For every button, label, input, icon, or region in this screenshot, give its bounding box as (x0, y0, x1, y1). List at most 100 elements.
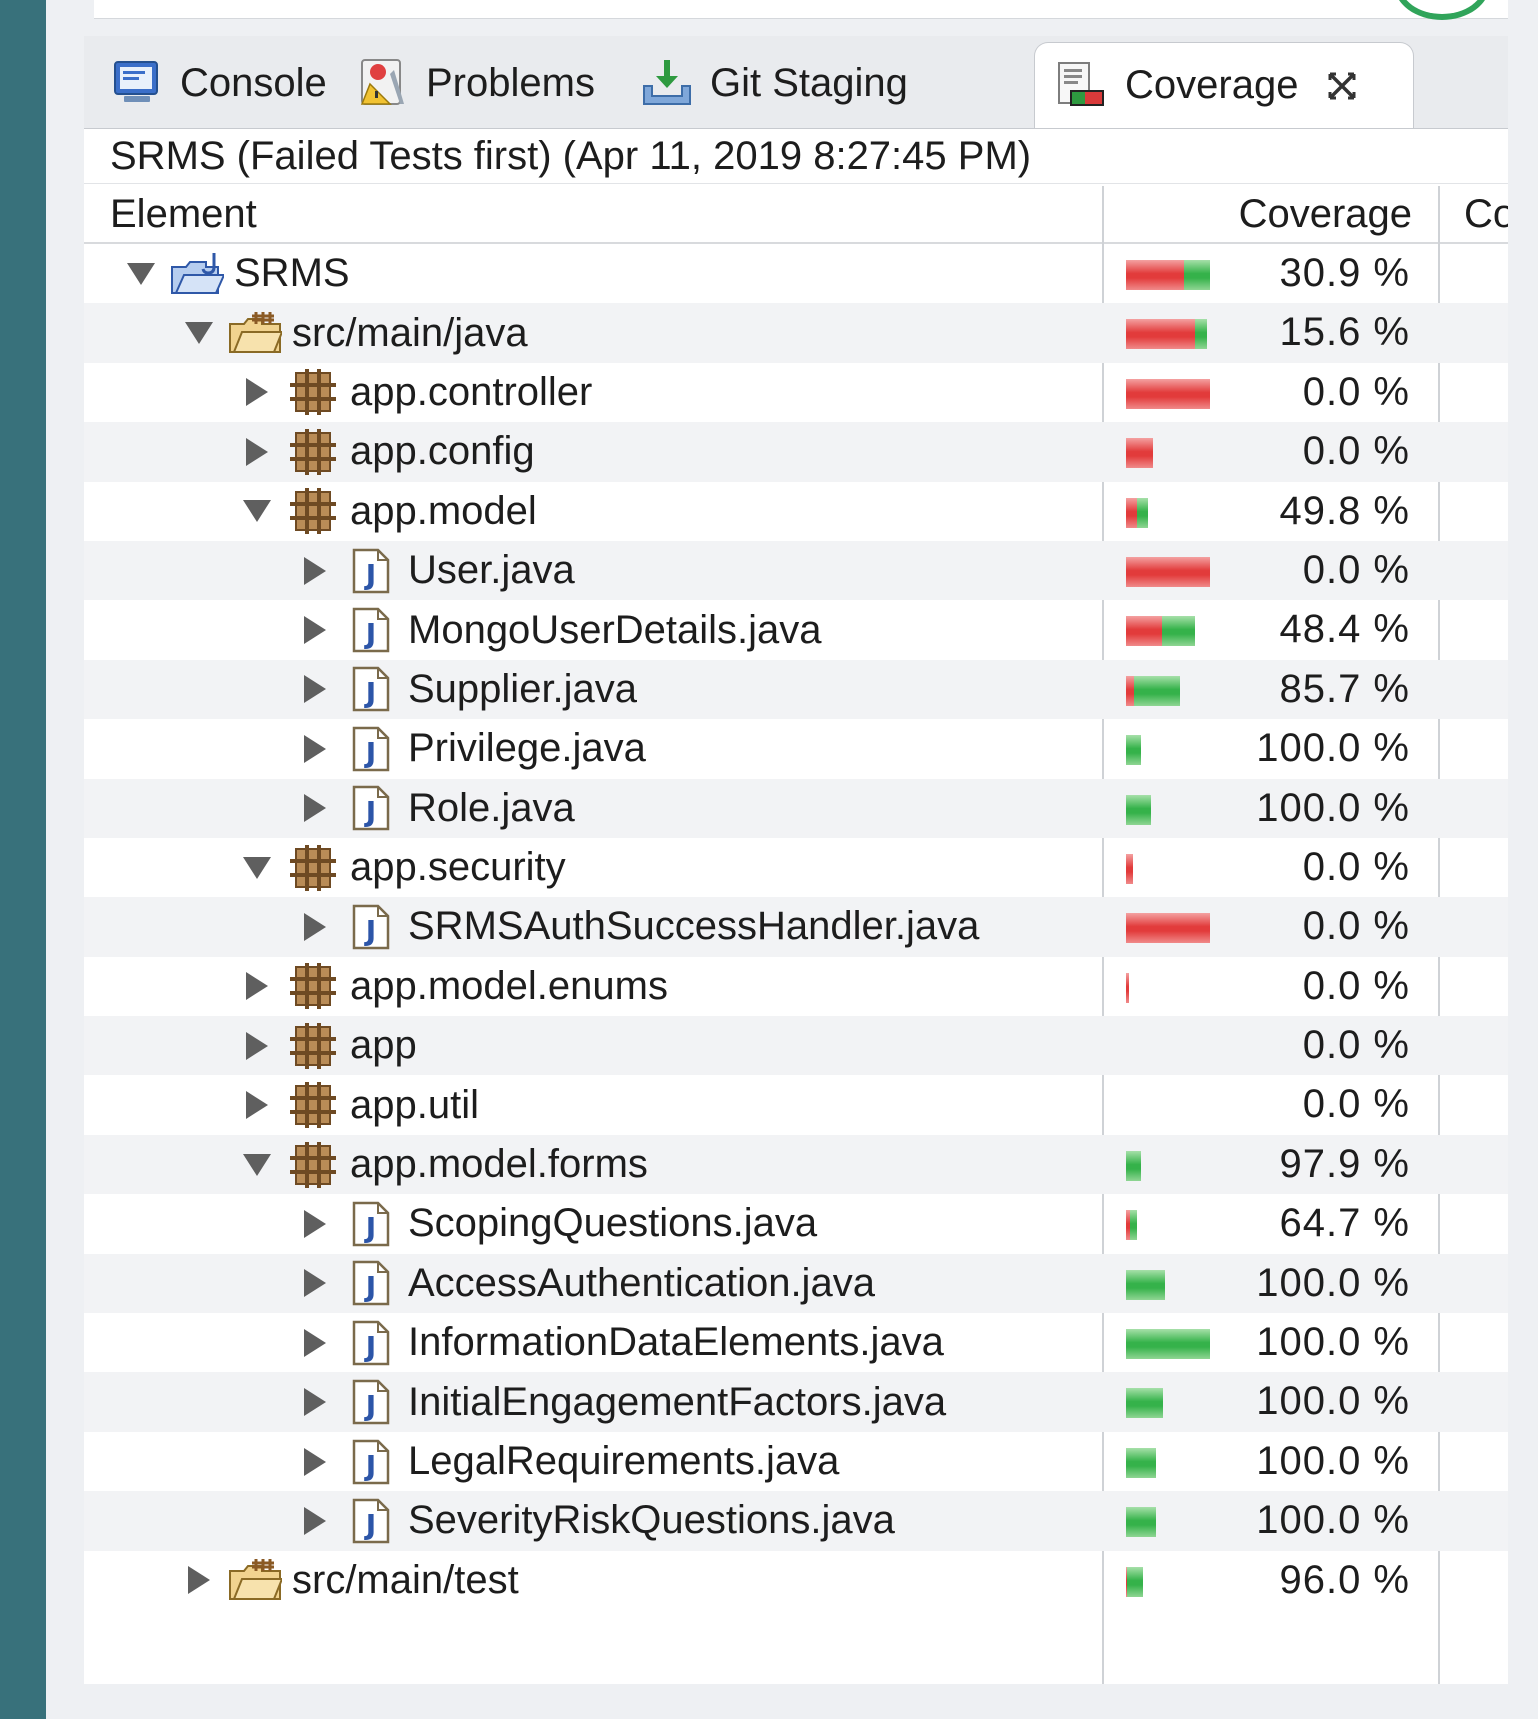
coverage-bar (1126, 1150, 1141, 1181)
tab-console[interactable]: Console (110, 56, 327, 110)
tree-node-label: LegalRequirements.java (408, 1439, 840, 1483)
tab-console-label: Console (180, 60, 327, 105)
missed-segment (1126, 438, 1154, 469)
expand-arrow-icon[interactable] (240, 1029, 274, 1063)
expand-arrow-icon[interactable] (298, 1326, 332, 1360)
tree-node[interactable]: J InformationDataElements.java (298, 1313, 944, 1372)
missed-segment (1126, 972, 1129, 1003)
coverage-bar (1126, 675, 1181, 706)
svg-text:J: J (364, 1330, 376, 1363)
expand-arrow-icon[interactable] (240, 1088, 274, 1122)
tree-row[interactable]: J SeverityRiskQuestions.java 100.0 % (84, 1491, 1508, 1551)
tree-node-label: app (350, 1023, 417, 1068)
tree-row[interactable]: J ScopingQuestions.java 64.7 % (84, 1194, 1508, 1253)
coverage-percent: 0.0 % (1302, 547, 1410, 592)
package-icon (290, 488, 336, 535)
tree-node[interactable]: J ScopingQuestions.java (298, 1194, 817, 1253)
expand-arrow-icon[interactable] (298, 910, 332, 944)
tree-row[interactable]: SRMS 30.9 % (84, 244, 1508, 303)
tree-node[interactable]: J Supplier.java (298, 660, 637, 719)
tree-row[interactable]: app.model 49.8 % (84, 482, 1508, 541)
coverage-percent: 49.8 % (1279, 488, 1410, 533)
tree-row[interactable]: app.model.enums 0.0 % (84, 957, 1508, 1016)
collapse-arrow-icon[interactable] (240, 851, 274, 885)
close-icon[interactable] (1322, 66, 1362, 106)
coverage-bar (1126, 794, 1151, 825)
tree-node[interactable]: J Role.java (298, 779, 575, 838)
package-icon (290, 1141, 336, 1188)
expand-arrow-icon[interactable] (298, 672, 332, 706)
tree-row[interactable]: app.config 0.0 % (84, 422, 1508, 482)
expand-arrow-icon[interactable] (298, 554, 332, 588)
expand-arrow-icon[interactable] (298, 1445, 332, 1479)
column-header-element[interactable]: Element (110, 186, 257, 242)
expand-arrow-icon[interactable] (240, 435, 274, 469)
tree-row[interactable]: src/main/test 96.0 % (84, 1551, 1508, 1610)
tree-row[interactable]: app.controller 0.0 % (84, 363, 1508, 422)
expand-arrow-icon[interactable] (182, 1563, 216, 1597)
tree-node-label: src/main/test (292, 1557, 519, 1602)
tree-row[interactable]: J InformationDataElements.java 100.0 % (84, 1313, 1508, 1372)
tree-row[interactable]: J AccessAuthentication.java 100.0 % (84, 1253, 1508, 1314)
tree-node[interactable]: J AccessAuthentication.java (298, 1254, 875, 1313)
tree-row[interactable]: app 0.0 % (84, 1016, 1508, 1076)
java-file-icon: J (352, 548, 390, 593)
tree-row[interactable]: J Role.java 100.0 % (84, 778, 1508, 838)
coverage-percent: 30.9 % (1279, 251, 1410, 295)
tree-node[interactable]: app.model (240, 482, 537, 541)
tree-node[interactable]: app.model.enums (240, 957, 668, 1016)
tree-node[interactable]: app.config (240, 422, 535, 481)
left-window-edge (0, 0, 46, 1719)
coverage-percent: 100.0 % (1256, 726, 1410, 771)
expand-arrow-icon[interactable] (298, 791, 332, 825)
tree-node[interactable]: app.model.forms (240, 1135, 648, 1194)
tree-node[interactable]: src/main/test (182, 1551, 519, 1610)
column-header-coverage[interactable]: Coverage (1104, 186, 1436, 242)
expand-arrow-icon[interactable] (298, 613, 332, 647)
tree-node[interactable]: app.security (240, 838, 566, 897)
tab-git-staging[interactable]: Git Staging (640, 56, 908, 110)
tree-row[interactable]: J SRMSAuthSuccessHandler.java 0.0 % (84, 897, 1508, 957)
tree-node[interactable]: J LegalRequirements.java (298, 1432, 839, 1491)
tree-node[interactable]: J User.java (298, 541, 575, 600)
tree-node[interactable]: app.controller (240, 363, 592, 422)
collapse-arrow-icon[interactable] (240, 1148, 274, 1182)
expand-arrow-icon[interactable] (240, 375, 274, 409)
tree-row[interactable]: J User.java 0.0 % (84, 540, 1508, 601)
collapse-arrow-icon[interactable] (124, 257, 158, 291)
expand-arrow-icon[interactable] (298, 1385, 332, 1419)
column-header-covered-instructions[interactable]: Co (1464, 186, 1508, 242)
tree-node[interactable]: J MongoUserDetails.java (298, 600, 822, 659)
expand-arrow-icon[interactable] (298, 732, 332, 766)
tree-node[interactable]: SRMS (124, 244, 350, 303)
tree-node[interactable]: J SRMSAuthSuccessHandler.java (298, 897, 979, 956)
collapse-arrow-icon[interactable] (240, 494, 274, 528)
coverage-percent: 48.4 % (1279, 607, 1410, 652)
tree-node[interactable]: app.util (240, 1075, 479, 1134)
tree-row[interactable]: app.model.forms 97.9 % (84, 1134, 1508, 1195)
tree-row[interactable]: src/main/java 15.6 % (84, 303, 1508, 363)
tree-row[interactable]: app.security 0.0 % (84, 838, 1508, 897)
tree-node[interactable]: J SeverityRiskQuestions.java (298, 1491, 895, 1550)
tree-row[interactable]: J LegalRequirements.java 100.0 % (84, 1432, 1508, 1491)
java-file-icon: J (352, 1320, 390, 1365)
tree-row[interactable]: J MongoUserDetails.java 48.4 % (84, 600, 1508, 659)
coverage-tree: SRMS 30.9 % src/main/java 15.6 % app.control… (84, 244, 1508, 1610)
tree-row[interactable]: app.util 0.0 % (84, 1075, 1508, 1134)
tree-node[interactable]: src/main/java (182, 303, 528, 362)
tab-coverage[interactable]: Coverage (1034, 42, 1414, 128)
covered-segment (1126, 1388, 1163, 1419)
expand-arrow-icon[interactable] (298, 1207, 332, 1241)
tab-problems[interactable]: Problems (356, 56, 595, 110)
tree-node[interactable]: app (240, 1016, 417, 1075)
tree-node[interactable]: J InitialEngagementFactors.java (298, 1372, 946, 1431)
tree-row[interactable]: J InitialEngagementFactors.java 100.0 % (84, 1372, 1508, 1432)
tree-node[interactable]: J Privilege.java (298, 719, 646, 778)
expand-arrow-icon[interactable] (298, 1266, 332, 1300)
collapse-arrow-icon[interactable] (182, 316, 216, 350)
tree-row[interactable]: J Privilege.java 100.0 % (84, 719, 1508, 778)
tree-row[interactable]: J Supplier.java 85.7 % (84, 659, 1508, 720)
coverage-percent: 100.0 % (1256, 1379, 1410, 1424)
expand-arrow-icon[interactable] (298, 1504, 332, 1538)
expand-arrow-icon[interactable] (240, 969, 274, 1003)
